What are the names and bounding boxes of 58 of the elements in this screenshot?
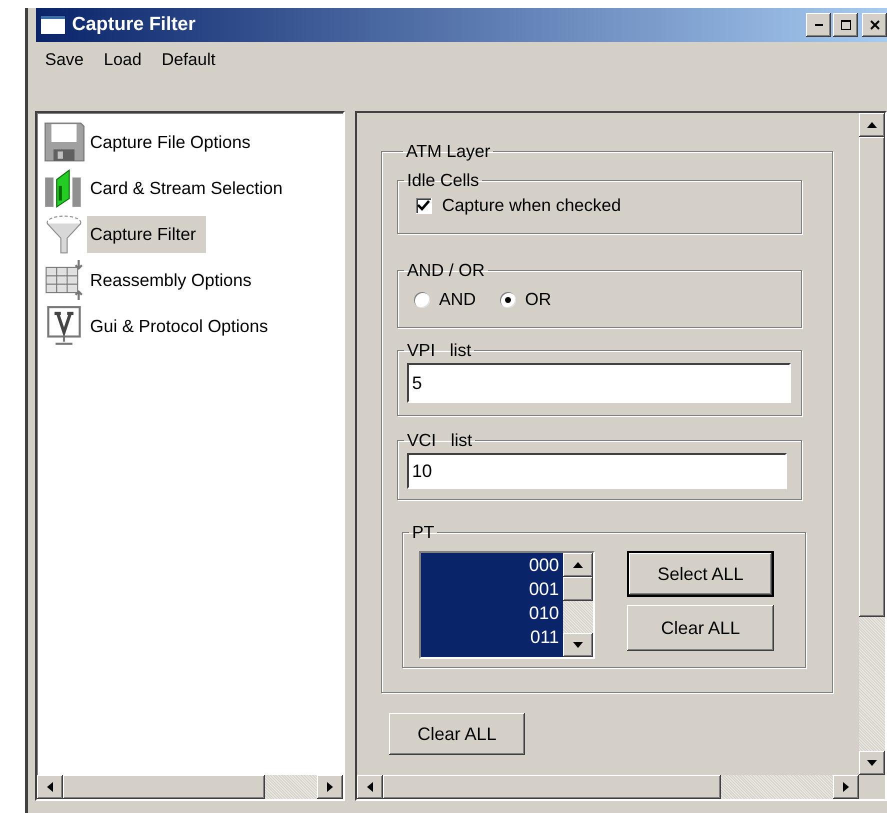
group-title: VPI list xyxy=(406,340,472,361)
left-arrow-icon xyxy=(366,781,374,793)
scroll-up-button[interactable] xyxy=(563,553,593,577)
navigation-item[interactable]: Capture File Options xyxy=(87,124,260,160)
group-title: Idle Cells xyxy=(406,170,480,191)
left-arrow-icon xyxy=(46,781,54,793)
horizontal-scrollbar[interactable] xyxy=(37,775,343,799)
radio-label: AND xyxy=(439,289,476,310)
scroll-left-button[interactable] xyxy=(37,775,63,799)
up-arrow-icon xyxy=(866,121,878,129)
maximize-button[interactable] xyxy=(833,13,858,37)
group-title: AND / OR xyxy=(406,260,486,281)
minimize-icon xyxy=(814,24,822,26)
close-icon xyxy=(868,19,880,31)
navigation-item[interactable]: Capture Filter xyxy=(87,216,206,252)
scroll-thumb[interactable] xyxy=(859,137,885,617)
push-button[interactable]: Clear ALL xyxy=(627,605,774,651)
scroll-thumb[interactable] xyxy=(383,775,721,799)
down-arrow-icon xyxy=(572,641,584,649)
scroll-right-button[interactable] xyxy=(317,775,343,799)
menu-item[interactable]: Default xyxy=(152,46,224,74)
down-arrow-icon xyxy=(866,759,878,767)
navigation-item[interactable]: Reassembly Options xyxy=(87,262,262,298)
minimize-button[interactable] xyxy=(806,13,831,37)
checkbox-label: Capture when checked xyxy=(442,195,621,216)
radio-label: OR xyxy=(524,289,552,310)
radio-button[interactable] xyxy=(414,292,430,308)
vertical-scrollbar[interactable] xyxy=(859,113,885,775)
radio-button[interactable] xyxy=(500,292,516,308)
horizontal-scrollbar[interactable] xyxy=(357,775,859,799)
maximize-icon xyxy=(840,19,852,31)
scroll-down-button[interactable] xyxy=(563,633,593,657)
input-field[interactable]: 10 xyxy=(407,453,787,489)
navigation-item[interactable]: Gui & Protocol Options xyxy=(87,308,278,344)
input-field[interactable]: 5 xyxy=(407,363,791,403)
group-title: ATM Layer xyxy=(405,141,492,162)
right-arrow-icon xyxy=(326,781,334,793)
scroll-thumb[interactable] xyxy=(563,577,593,601)
grid-icon xyxy=(43,259,85,301)
up-arrow-icon xyxy=(572,561,584,569)
scroll-thumb[interactable] xyxy=(63,775,265,799)
clear-all-button[interactable]: Clear ALL xyxy=(389,713,525,755)
menu-item[interactable]: Load xyxy=(94,46,151,74)
group-title: VCI list xyxy=(406,430,474,451)
right-arrow-icon xyxy=(842,781,850,793)
window-icon xyxy=(40,15,66,35)
window-title: Capture Filter xyxy=(72,14,197,36)
push-button[interactable]: Select ALL xyxy=(627,551,774,597)
scroll-down-button[interactable] xyxy=(859,751,885,775)
menu-item[interactable]: Save xyxy=(36,46,93,74)
scroll-up-button[interactable] xyxy=(859,113,885,137)
navigation-item[interactable]: Card & Stream Selection xyxy=(87,170,293,206)
scroll-right-button[interactable] xyxy=(833,775,859,799)
close-button[interactable] xyxy=(862,13,887,37)
checkbox[interactable] xyxy=(416,198,432,214)
group-title: PT xyxy=(411,522,436,543)
checkmark-icon xyxy=(417,200,430,210)
scroll-left-button[interactable] xyxy=(357,775,383,799)
